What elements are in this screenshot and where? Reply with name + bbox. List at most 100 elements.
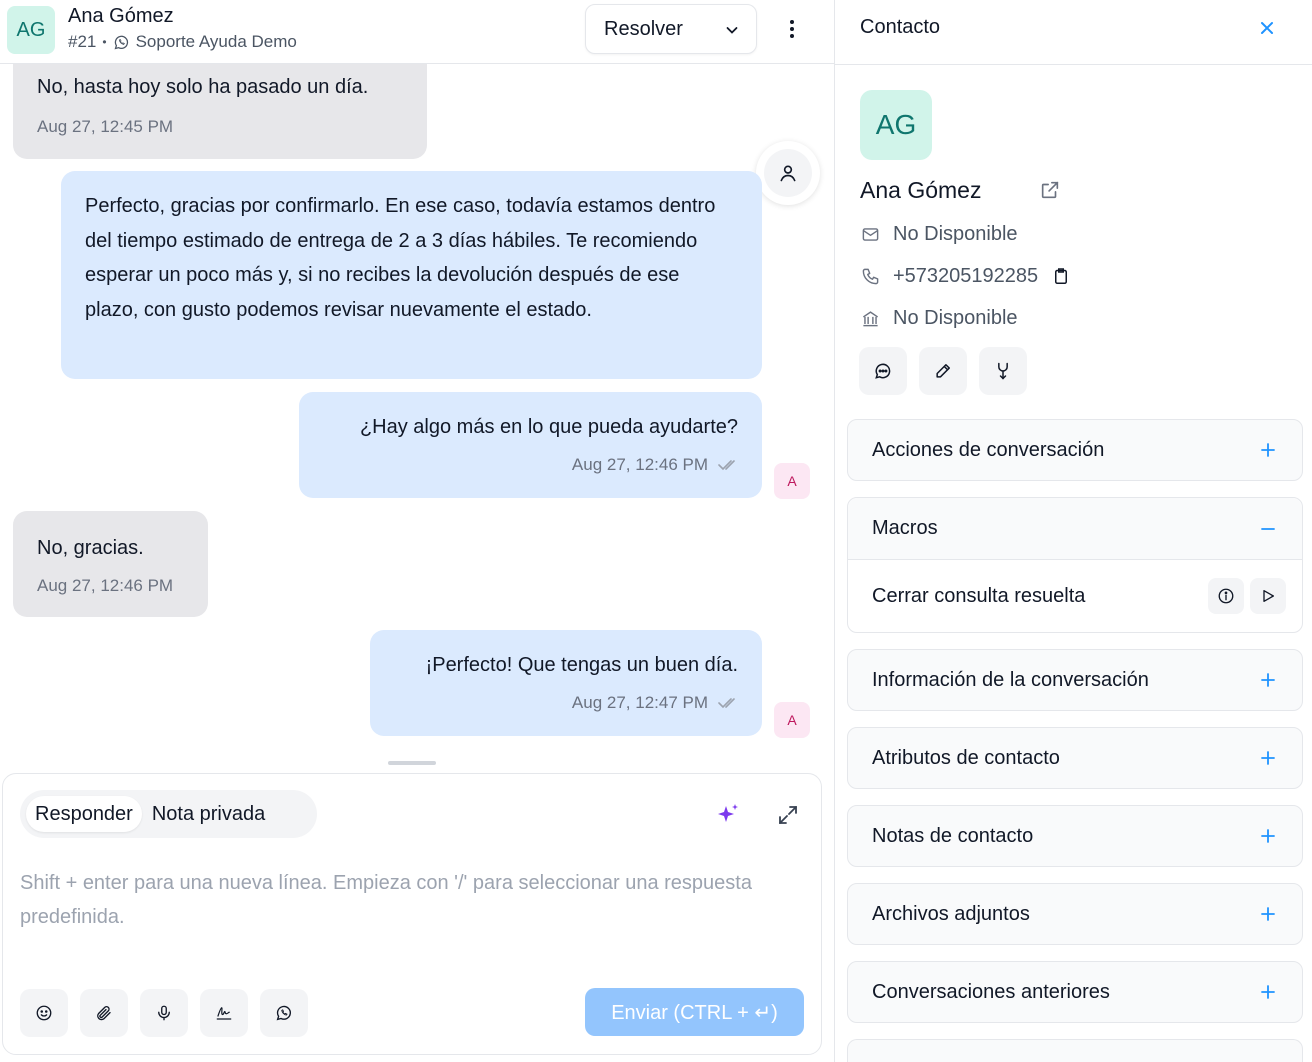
macro-name: Cerrar consulta resuelta xyxy=(872,584,1086,607)
message-outgoing: Perfecto, gracias por confirmarlo. En es… xyxy=(61,171,762,379)
double-check-icon xyxy=(718,460,735,471)
expand-icon[interactable] xyxy=(774,801,802,829)
tab-private-note[interactable]: Nota privada xyxy=(142,796,275,832)
message-text: No, gracias. xyxy=(37,537,144,559)
section-partial xyxy=(847,1039,1303,1062)
macro-info-button[interactable] xyxy=(1208,578,1244,614)
chevron-down-icon[interactable] xyxy=(724,22,740,38)
contact-phone-row: +573205192285 xyxy=(860,265,1072,288)
merge-icon xyxy=(998,362,1008,380)
section-title: Información de la conversación xyxy=(872,668,1149,691)
conversation-header: AG Ana Gómez #21 • Soporte Ayuda Demo Re… xyxy=(0,0,834,64)
panel-title: Contacto xyxy=(860,16,941,38)
plus-icon xyxy=(1261,673,1275,687)
message-icon xyxy=(875,363,891,379)
macro-item: Cerrar consulta resuelta xyxy=(848,560,1302,632)
separator-dot: • xyxy=(102,35,107,49)
message-incoming: No, hasta hoy solo ha pasado un día. Aug… xyxy=(13,56,427,159)
tab-reply[interactable]: Responder xyxy=(26,796,142,832)
agent-avatar: A xyxy=(774,702,810,738)
section-header[interactable]: Macros xyxy=(848,498,1302,560)
contact-email-row: No Disponible xyxy=(860,223,1018,246)
phone-icon xyxy=(862,268,878,285)
section-contact-notes: Notas de contacto xyxy=(847,805,1303,867)
composer-resize-handle[interactable] xyxy=(388,761,436,765)
section-title: Notas de contacto xyxy=(872,824,1034,847)
section-header[interactable]: Información de la conversación xyxy=(848,650,1302,710)
merge-contact-button[interactable] xyxy=(979,347,1027,395)
reply-input[interactable] xyxy=(20,866,780,946)
section-title: Conversaciones anteriores xyxy=(872,980,1110,1003)
attach-button[interactable] xyxy=(80,989,128,1037)
section-conversation-info: Información de la conversación xyxy=(847,649,1303,711)
assign-agent-button[interactable] xyxy=(756,141,820,205)
app-root: No, hasta hoy solo ha pasado un día. Aug… xyxy=(0,0,1312,1062)
section-title: Atributos de contacto xyxy=(872,746,1060,769)
section-macros: Macros Cerrar consulta resuelta xyxy=(847,497,1303,633)
microphone-icon xyxy=(158,1005,170,1021)
signature-icon xyxy=(216,1007,232,1020)
info-icon xyxy=(1218,588,1234,604)
contact-name[interactable]: Ana Gómez xyxy=(68,5,174,28)
message-time: Aug 27, 12:46 PM xyxy=(571,455,708,474)
ai-sparkle-icon[interactable] xyxy=(714,801,742,829)
whatsapp-icon xyxy=(276,1005,291,1021)
section-header[interactable]: Acciones de conversación xyxy=(848,420,1302,480)
paperclip-icon xyxy=(97,1006,111,1021)
plus-icon xyxy=(1261,907,1275,921)
clipboard-icon xyxy=(1055,268,1068,284)
contact-company-row: No Disponible xyxy=(860,307,1018,330)
plus-icon xyxy=(1261,751,1275,765)
conversation-meta: #21 • Soporte Ayuda Demo xyxy=(68,32,297,52)
record-audio-button[interactable] xyxy=(140,989,188,1037)
whatsapp-template-button[interactable] xyxy=(260,989,308,1037)
emoji-icon xyxy=(36,1005,52,1021)
user-icon xyxy=(780,165,796,182)
message-text: ¡Perfecto! Que tengas un buen día. xyxy=(425,654,738,676)
resolve-button[interactable]: Resolver xyxy=(585,4,757,54)
message-text: ¿Hay algo más en lo que pueda ayudarte? xyxy=(359,416,738,438)
send-button[interactable]: Enviar (CTRL + ↵) xyxy=(585,988,804,1036)
section-title: Macros xyxy=(872,517,938,539)
double-check-icon xyxy=(718,698,735,709)
copy-phone-button[interactable] xyxy=(1052,267,1072,287)
external-link-icon[interactable] xyxy=(1039,179,1061,201)
inbox-name: Soporte Ayuda Demo xyxy=(135,32,297,51)
section-header[interactable]: Archivos adjuntos xyxy=(848,884,1302,944)
message-text: No, hasta hoy solo ha pasado un día. xyxy=(37,76,369,98)
conversation-pane: No, hasta hoy solo ha pasado un día. Aug… xyxy=(0,0,834,1062)
edit-contact-button[interactable] xyxy=(919,347,967,395)
section-header[interactable]: Notas de contacto xyxy=(848,806,1302,866)
signature-button[interactable] xyxy=(200,989,248,1037)
panel-header: Contacto xyxy=(835,0,1312,65)
section-header[interactable]: Conversaciones anteriores xyxy=(848,962,1302,1022)
agent-avatar: A xyxy=(774,463,810,499)
contact-panel: Contacto AG Ana Gómez No Disponible +573… xyxy=(834,0,1312,1062)
plus-icon xyxy=(1261,985,1275,999)
emoji-button[interactable] xyxy=(20,989,68,1037)
section-title: Archivos adjuntos xyxy=(872,902,1030,925)
close-icon[interactable] xyxy=(1255,16,1279,40)
plus-icon xyxy=(1261,443,1275,457)
whatsapp-icon xyxy=(114,35,128,49)
message-text: Perfecto, gracias por confirmarlo. En es… xyxy=(85,195,716,321)
macro-run-button[interactable] xyxy=(1250,578,1286,614)
more-options-button[interactable] xyxy=(778,14,806,44)
section-header[interactable]: Atributos de contacto xyxy=(848,728,1302,788)
play-icon xyxy=(1263,590,1274,602)
section-contact-attributes: Atributos de contacto xyxy=(847,727,1303,789)
message-outgoing: ¿Hay algo más en lo que pueda ayudarte? … xyxy=(299,392,762,498)
message-time: Aug 27, 12:45 PM xyxy=(37,117,174,136)
building-icon xyxy=(862,311,878,327)
plus-icon xyxy=(1261,829,1275,843)
contact-avatar: AG xyxy=(860,90,932,160)
contact-name: Ana Gómez xyxy=(860,177,982,203)
conversation-id: #21 xyxy=(68,32,97,51)
section-title: Acciones de conversación xyxy=(872,438,1105,461)
message-incoming: No, gracias. Aug 27, 12:46 PM xyxy=(13,511,208,617)
contact-email: No Disponible xyxy=(893,223,1018,245)
new-message-button[interactable] xyxy=(859,347,907,395)
minus-icon xyxy=(1261,527,1275,530)
contact-company: No Disponible xyxy=(893,307,1018,329)
avatar: AG xyxy=(7,6,55,54)
